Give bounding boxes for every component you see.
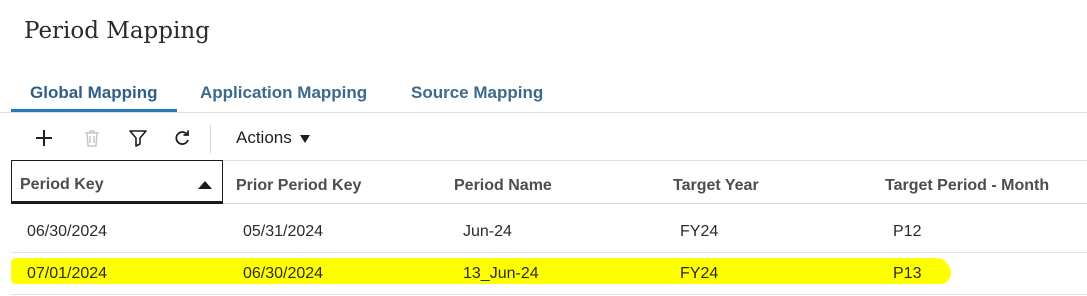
- cell-period-name: 13_Jun-24: [463, 265, 539, 282]
- delete-icon[interactable]: [78, 123, 106, 153]
- column-header-label: Period Key: [20, 176, 104, 193]
- cell-target-year: FY24: [680, 265, 719, 282]
- tab-application-mapping[interactable]: Application Mapping: [181, 78, 386, 109]
- page-title: Period Mapping: [24, 18, 210, 44]
- table-row[interactable]: 06/30/2024 05/31/2024 Jun-24 FY24 P12: [11, 210, 1087, 253]
- cell-prior-period-key: 05/31/2024: [243, 223, 324, 240]
- table-row[interactable]: 07/01/2024 06/30/2024 13_Jun-24 FY24 P13: [11, 252, 1087, 295]
- tab-source-mapping[interactable]: Source Mapping: [392, 78, 562, 109]
- cell-period-key: 07/01/2024: [27, 265, 108, 282]
- tab-bar: Global Mapping Application Mapping Sourc…: [11, 78, 1087, 113]
- cell-prior-period-key: 06/30/2024: [243, 265, 324, 282]
- column-header-period-key[interactable]: Period Key: [11, 160, 223, 204]
- add-icon[interactable]: [30, 123, 58, 153]
- column-header-target-year[interactable]: Target Year: [673, 161, 759, 203]
- cell-period-name: Jun-24: [463, 223, 512, 240]
- tab-divider: [0, 112, 1087, 113]
- cell-target-year: FY24: [680, 223, 719, 240]
- filter-icon[interactable]: [124, 123, 152, 153]
- cell-target-period-month: P13: [893, 265, 922, 282]
- sort-ascending-icon[interactable]: [198, 181, 212, 189]
- actions-label: Actions: [236, 128, 292, 147]
- cell-target-period-month: P12: [893, 223, 922, 240]
- cell-period-key: 06/30/2024: [27, 223, 108, 240]
- refresh-icon[interactable]: [168, 123, 196, 153]
- toolbar-separator: [210, 125, 211, 153]
- tab-global-mapping[interactable]: Global Mapping: [11, 78, 177, 112]
- actions-menu-button[interactable]: Actions: [236, 123, 310, 153]
- toolbar: Actions: [24, 123, 424, 155]
- caret-down-icon: [299, 134, 310, 143]
- column-header-target-period-month[interactable]: Target Period - Month: [885, 161, 1049, 203]
- column-header-period-name[interactable]: Period Name: [454, 161, 552, 203]
- table-header: Period Key Prior Period Key Period Name …: [11, 160, 1087, 204]
- column-header-prior-period-key[interactable]: Prior Period Key: [236, 161, 361, 203]
